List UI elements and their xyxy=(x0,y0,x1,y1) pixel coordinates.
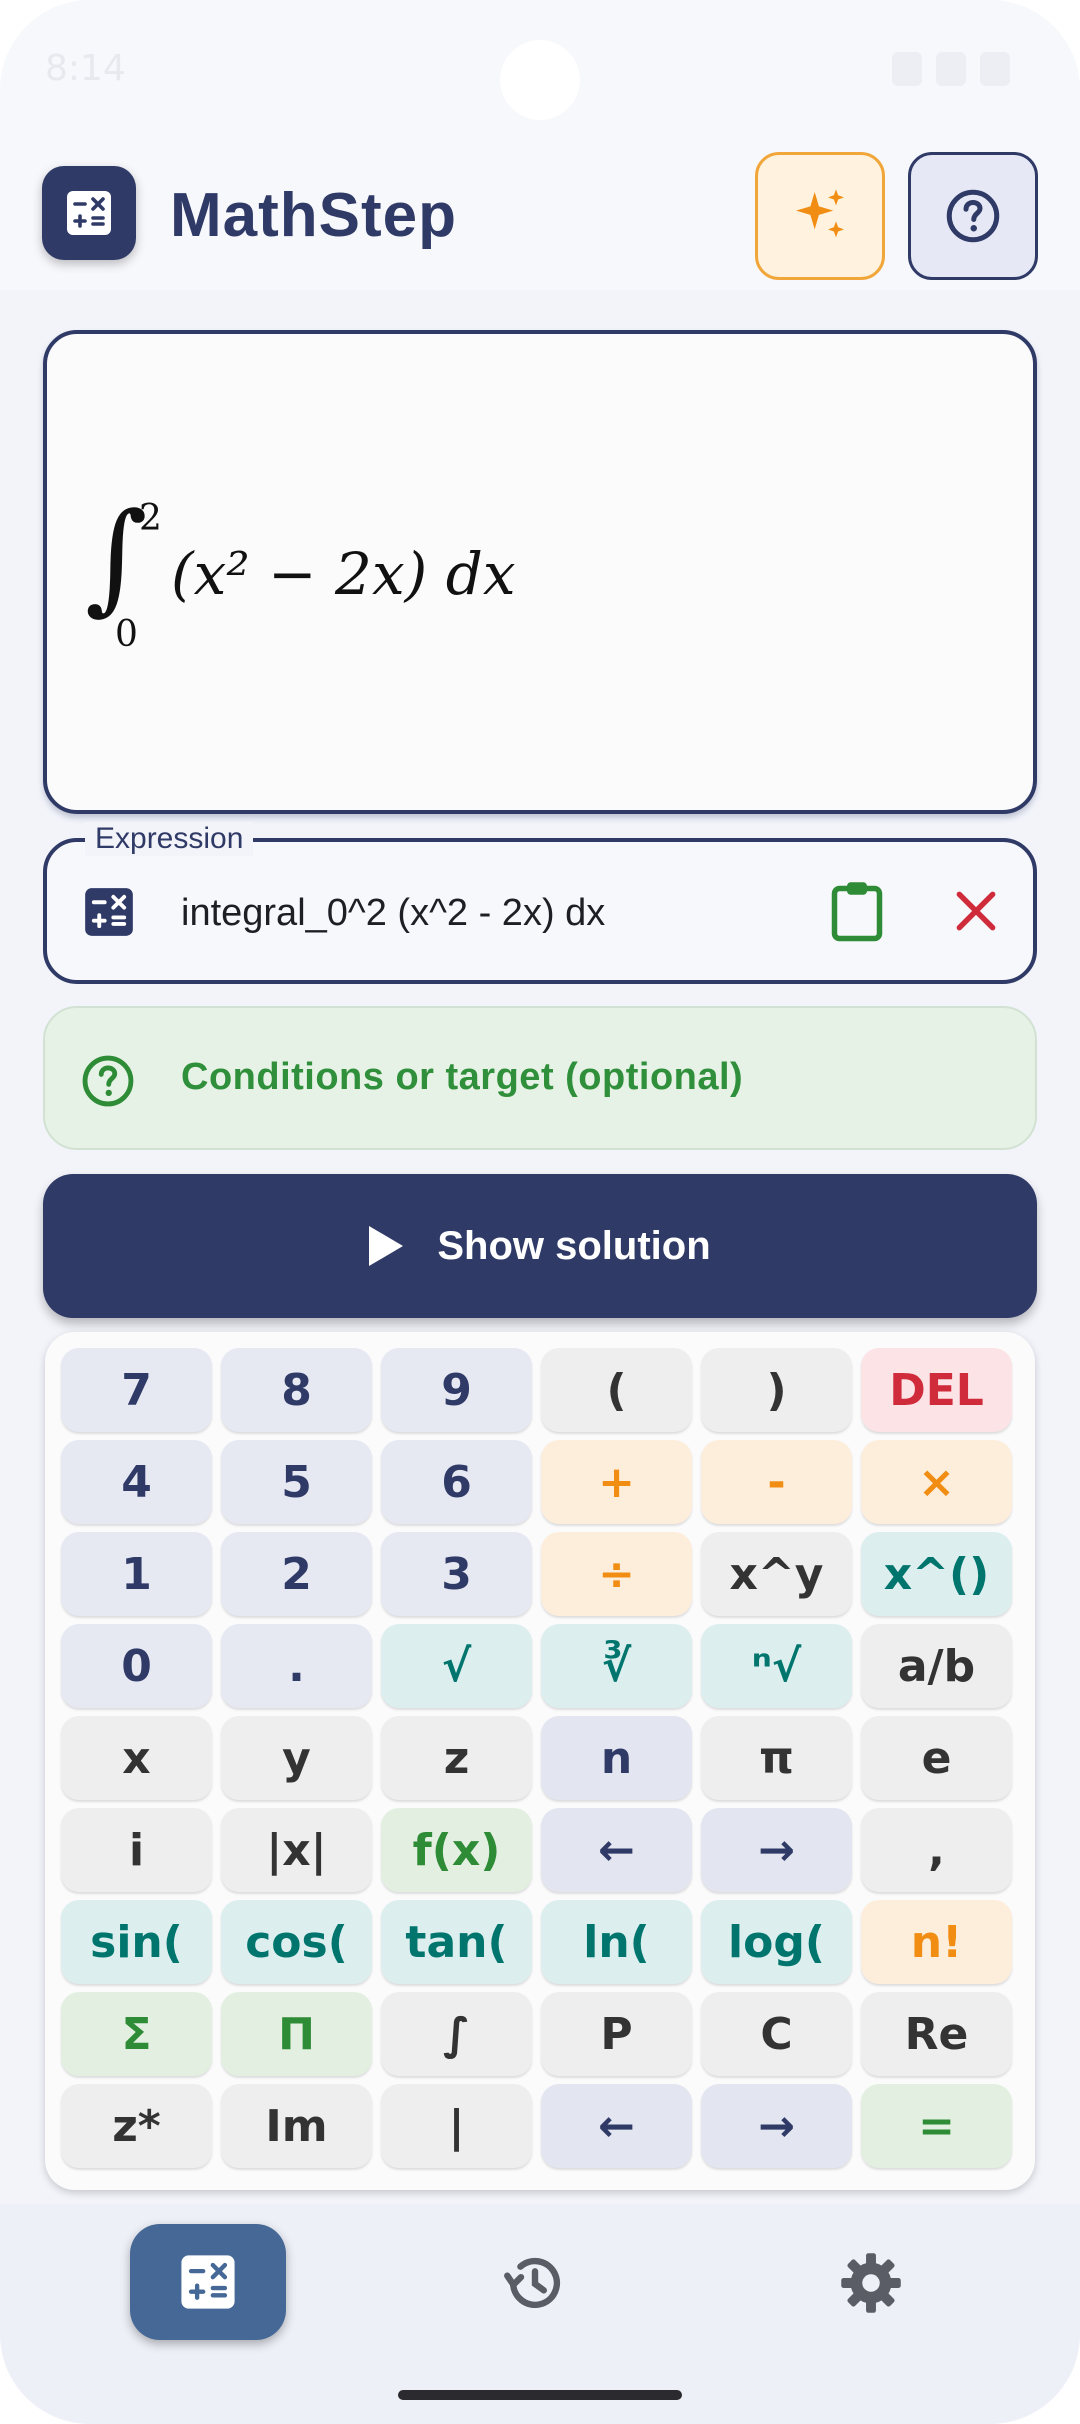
history-icon xyxy=(504,2257,561,2309)
key-divide[interactable]: ÷ xyxy=(541,1532,692,1616)
gear-icon xyxy=(841,2253,901,2313)
key-nth-root[interactable]: ⁿ√ xyxy=(701,1624,852,1708)
clear-button[interactable] xyxy=(951,886,1001,941)
wifi-icon xyxy=(892,52,922,86)
upper-limit: 2 xyxy=(139,498,162,539)
conditions-field[interactable]: Conditions or target (optional) xyxy=(43,1006,1037,1150)
key-cursor-right-2[interactable]: → xyxy=(701,2084,852,2168)
key-0[interactable]: 0 xyxy=(61,1624,212,1708)
help-circle-icon xyxy=(946,189,1000,243)
key-y[interactable]: y xyxy=(221,1716,372,1800)
battery-icon xyxy=(980,52,1010,86)
nav-calculator[interactable] xyxy=(130,2224,286,2340)
key-cursor-right[interactable]: → xyxy=(701,1808,852,1892)
key-decimal[interactable]: . xyxy=(221,1624,372,1708)
key-abs[interactable]: |x| xyxy=(221,1808,372,1892)
key-5[interactable]: 5 xyxy=(221,1440,372,1524)
lower-limit: 0 xyxy=(115,614,138,655)
key-power-paren[interactable]: x^() xyxy=(861,1532,1012,1616)
key-x[interactable]: x xyxy=(61,1716,212,1800)
key-close-paren[interactable]: ) xyxy=(701,1348,852,1432)
status-bar: 8:14 xyxy=(0,0,1080,140)
app-bar: MathStep xyxy=(0,140,1080,290)
key-2[interactable]: 2 xyxy=(221,1532,372,1616)
key-i[interactable]: i xyxy=(61,1808,212,1892)
key-permutation[interactable]: P xyxy=(541,1992,692,2076)
screen: 8:14 MathStep ∫ 2 0 (x² − 2x) dx Express… xyxy=(0,0,1080,2424)
key-ln[interactable]: ln( xyxy=(541,1900,692,1984)
ai-assist-button[interactable] xyxy=(755,152,885,280)
close-icon xyxy=(956,891,996,931)
key-minus[interactable]: - xyxy=(701,1440,852,1524)
clipboard-icon xyxy=(831,882,883,942)
key-open-paren[interactable]: ( xyxy=(541,1348,692,1432)
signal-icon xyxy=(936,52,966,86)
key-z[interactable]: z xyxy=(381,1716,532,1800)
key-equals[interactable]: = xyxy=(861,2084,1012,2168)
bottom-navigation xyxy=(0,2204,1080,2424)
conditions-label: Conditions or target (optional) xyxy=(181,1056,744,1098)
key-cursor-left[interactable]: ← xyxy=(541,1808,692,1892)
key-factorial[interactable]: n! xyxy=(861,1900,1012,1984)
status-time: 8:14 xyxy=(45,48,126,89)
key-sqrt[interactable]: √ xyxy=(381,1624,532,1708)
help-button[interactable] xyxy=(908,152,1038,280)
key-7[interactable]: 7 xyxy=(61,1348,212,1432)
nav-history[interactable] xyxy=(500,2248,570,2323)
key-function[interactable]: f(x) xyxy=(381,1808,532,1892)
key-sum[interactable]: Σ xyxy=(61,1992,212,2076)
key-real-part[interactable]: Re xyxy=(861,1992,1012,2076)
key-3[interactable]: 3 xyxy=(381,1532,532,1616)
calculator-icon xyxy=(83,886,135,943)
home-indicator[interactable] xyxy=(398,2390,682,2400)
formula-preview: ∫ 2 0 (x² − 2x) dx xyxy=(43,330,1037,814)
keypad: 7 8 9 ( ) DEL 4 5 6 + - × 1 2 3 ÷ x^y x^… xyxy=(45,1332,1035,2190)
paste-button[interactable] xyxy=(827,878,887,949)
help-circle-icon xyxy=(79,1052,137,1115)
key-8[interactable]: 8 xyxy=(221,1348,372,1432)
key-plus[interactable]: + xyxy=(541,1440,692,1524)
expression-label: Expression xyxy=(85,822,254,856)
expression-input[interactable]: integral_0^2 (x^2 - 2x) dx xyxy=(181,892,605,935)
key-imag-part[interactable]: Im xyxy=(221,2084,372,2168)
integrand: (x² − 2x) dx xyxy=(171,540,516,608)
key-sin[interactable]: sin( xyxy=(61,1900,212,1984)
key-pi[interactable]: π xyxy=(701,1716,852,1800)
expression-field[interactable]: Expression integral_0^2 (x^2 - 2x) dx xyxy=(43,822,1037,984)
key-tan[interactable]: tan( xyxy=(381,1900,532,1984)
key-multiply[interactable]: × xyxy=(861,1440,1012,1524)
calculator-icon xyxy=(67,191,111,235)
calculator-icon xyxy=(181,2255,235,2309)
key-product[interactable]: Π xyxy=(221,1992,372,2076)
key-conjugate[interactable]: z* xyxy=(61,2084,212,2168)
key-fraction[interactable]: a/b xyxy=(861,1624,1012,1708)
key-pipe[interactable]: | xyxy=(381,2084,532,2168)
key-cursor-left-2[interactable]: ← xyxy=(541,2084,692,2168)
key-integral[interactable]: ∫ xyxy=(381,1992,532,2076)
play-icon xyxy=(369,1226,404,1266)
key-delete[interactable]: DEL xyxy=(861,1348,1012,1432)
show-solution-label: Show solution xyxy=(437,1223,711,1268)
key-9[interactable]: 9 xyxy=(381,1348,532,1432)
key-4[interactable]: 4 xyxy=(61,1440,212,1524)
key-log[interactable]: log( xyxy=(701,1900,852,1984)
app-title: MathStep xyxy=(170,181,457,250)
key-e[interactable]: e xyxy=(861,1716,1012,1800)
key-n[interactable]: n xyxy=(541,1716,692,1800)
sparkle-icon xyxy=(796,189,844,238)
key-1[interactable]: 1 xyxy=(61,1532,212,1616)
key-combination[interactable]: C xyxy=(701,1992,852,2076)
nav-settings[interactable] xyxy=(836,2248,906,2323)
show-solution-button[interactable]: Show solution xyxy=(43,1174,1037,1318)
key-6[interactable]: 6 xyxy=(381,1440,532,1524)
status-icons xyxy=(892,52,1010,86)
key-cbrt[interactable]: ∛ xyxy=(541,1624,692,1708)
key-cos[interactable]: cos( xyxy=(221,1900,372,1984)
app-logo xyxy=(42,166,136,260)
camera-cutout xyxy=(500,40,580,120)
key-power[interactable]: x^y xyxy=(701,1532,852,1616)
key-comma[interactable]: , xyxy=(861,1808,1012,1892)
